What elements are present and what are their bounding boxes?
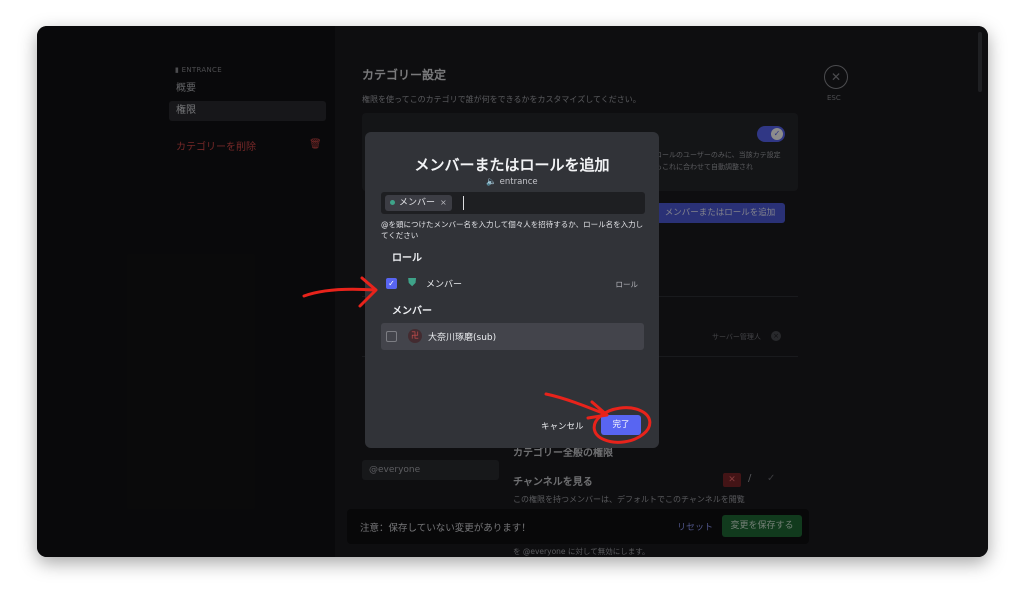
- speaker-icon: 🔈: [486, 177, 497, 187]
- modal-channel-label: 🔈 entrance: [365, 177, 659, 187]
- member-checkbox[interactable]: [386, 331, 397, 342]
- role-row-member[interactable]: ✓ ⛊ メンバー ロール: [381, 270, 644, 297]
- helper-text: @を頭につけたメンバー名を入力して個々人を招待するか、ロール名を入力してください: [381, 220, 644, 240]
- shield-icon: ⛊: [408, 276, 417, 289]
- add-member-role-modal: メンバーまたはロールを追加 🔈 entrance メンバー × @を頭につけたメン…: [365, 132, 659, 448]
- done-button[interactable]: 完了: [601, 415, 641, 435]
- member-role-search-input[interactable]: メンバー ×: [381, 192, 645, 214]
- role-color-dot: [390, 200, 395, 205]
- modal-title: メンバーまたはロールを追加: [414, 156, 610, 174]
- chip-remove-icon[interactable]: ×: [440, 198, 447, 207]
- avatar: 卍: [408, 329, 422, 343]
- settings-window: ▮ ENTRANCE 概要 権限 カテゴリーを削除 🗑 カテゴリー設定 権限を使…: [37, 26, 988, 557]
- role-section-heading: ロール: [392, 253, 422, 264]
- role-tag: ロール: [615, 280, 639, 289]
- cancel-button[interactable]: キャンセル: [541, 420, 584, 432]
- chip-label: メンバー: [399, 198, 436, 208]
- role-name: メンバー: [426, 280, 463, 290]
- text-caret: [463, 196, 464, 210]
- member-row[interactable]: 卍 大奈川琢磨(sub): [381, 323, 644, 350]
- selected-role-chip[interactable]: メンバー ×: [385, 195, 452, 211]
- member-section-heading: メンバー: [392, 306, 432, 317]
- role-checkbox[interactable]: ✓: [386, 278, 397, 289]
- member-name: 大奈川琢磨(sub): [428, 333, 497, 343]
- channel-name: entrance: [499, 177, 538, 187]
